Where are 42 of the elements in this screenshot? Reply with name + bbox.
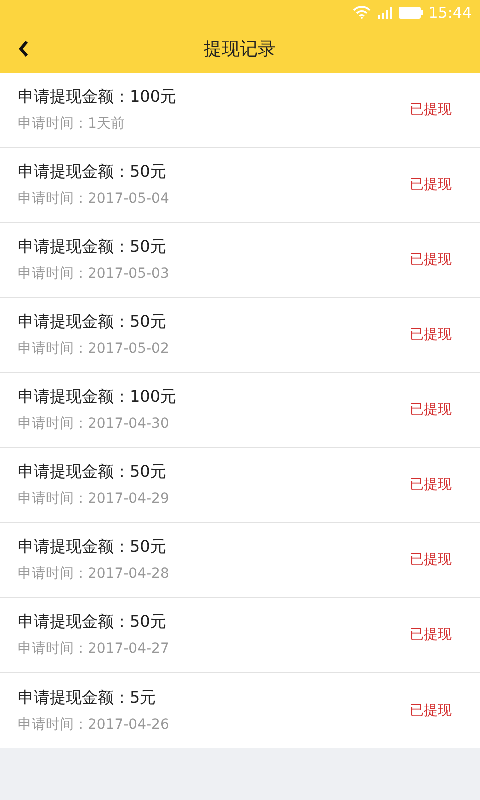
- record-item[interactable]: 申请提现金额：50元 申请时间：2017-04-27 已提现: [0, 598, 480, 673]
- amount-text: 申请提现金额：50元: [18, 237, 168, 258]
- time-text: 申请时间：2017-04-26: [18, 716, 170, 734]
- time-text: 申请时间：2017-04-28: [18, 565, 170, 583]
- status-text: 已提现: [410, 101, 452, 119]
- signal-icon: [376, 6, 393, 18]
- time-text: 申请时间：2017-05-04: [18, 190, 170, 208]
- status-text: 已提现: [410, 551, 452, 569]
- status-text: 已提现: [410, 401, 452, 419]
- record-item[interactable]: 申请提现金额：5元 申请时间：2017-04-26 已提现: [0, 673, 480, 748]
- time-text: 申请时间：1天前: [18, 115, 126, 133]
- amount-text: 申请提现金额：50元: [18, 162, 168, 183]
- time-text: 申请时间：2017-05-02: [18, 340, 170, 358]
- status-text: 已提现: [410, 476, 452, 494]
- status-text: 已提现: [410, 626, 452, 644]
- amount-text: 申请提现金额：50元: [18, 312, 168, 333]
- amount-text: 申请提现金额：50元: [18, 612, 168, 633]
- back-icon: [18, 40, 30, 58]
- amount-text: 申请提现金额：100元: [18, 87, 177, 108]
- record-item[interactable]: 申请提现金额：50元 申请时间：2017-04-28 已提现: [0, 523, 480, 598]
- record-item[interactable]: 申请提现金额：50元 申请时间：2017-05-02 已提现: [0, 298, 480, 373]
- time-text: 申请时间：2017-04-29: [18, 490, 170, 508]
- record-item[interactable]: 申请提现金额：100元 申请时间：1天前 已提现: [0, 73, 480, 148]
- time-text: 申请时间：2017-04-27: [18, 640, 170, 658]
- status-text: 已提现: [410, 702, 452, 720]
- amount-text: 申请提现金额：50元: [18, 462, 168, 483]
- amount-text: 申请提现金额：5元: [18, 688, 158, 708]
- status-text: 已提现: [410, 176, 452, 194]
- amount-text: 申请提现金额：100元: [18, 387, 177, 408]
- status-time: 15:44: [428, 4, 472, 22]
- record-item[interactable]: 申请提现金额：50元 申请时间：2017-05-03 已提现: [0, 223, 480, 298]
- page-title: 提现记录: [204, 38, 276, 61]
- status-text: 已提现: [410, 251, 452, 269]
- time-text: 申请时间：2017-05-03: [18, 265, 170, 283]
- record-item[interactable]: 申请提现金额：50元 申请时间：2017-05-04 已提现: [0, 148, 480, 223]
- amount-text: 申请提现金额：50元: [18, 537, 168, 558]
- status-text: 已提现: [410, 326, 452, 344]
- battery-icon: [398, 6, 423, 18]
- wifi-icon: [352, 6, 371, 19]
- record-item[interactable]: 申请提现金额：50元 申请时间：2017-04-29 已提现: [0, 448, 480, 523]
- time-text: 申请时间：2017-04-30: [18, 415, 170, 433]
- record-item[interactable]: 申请提现金额：100元 申请时间：2017-04-30 已提现: [0, 373, 480, 448]
